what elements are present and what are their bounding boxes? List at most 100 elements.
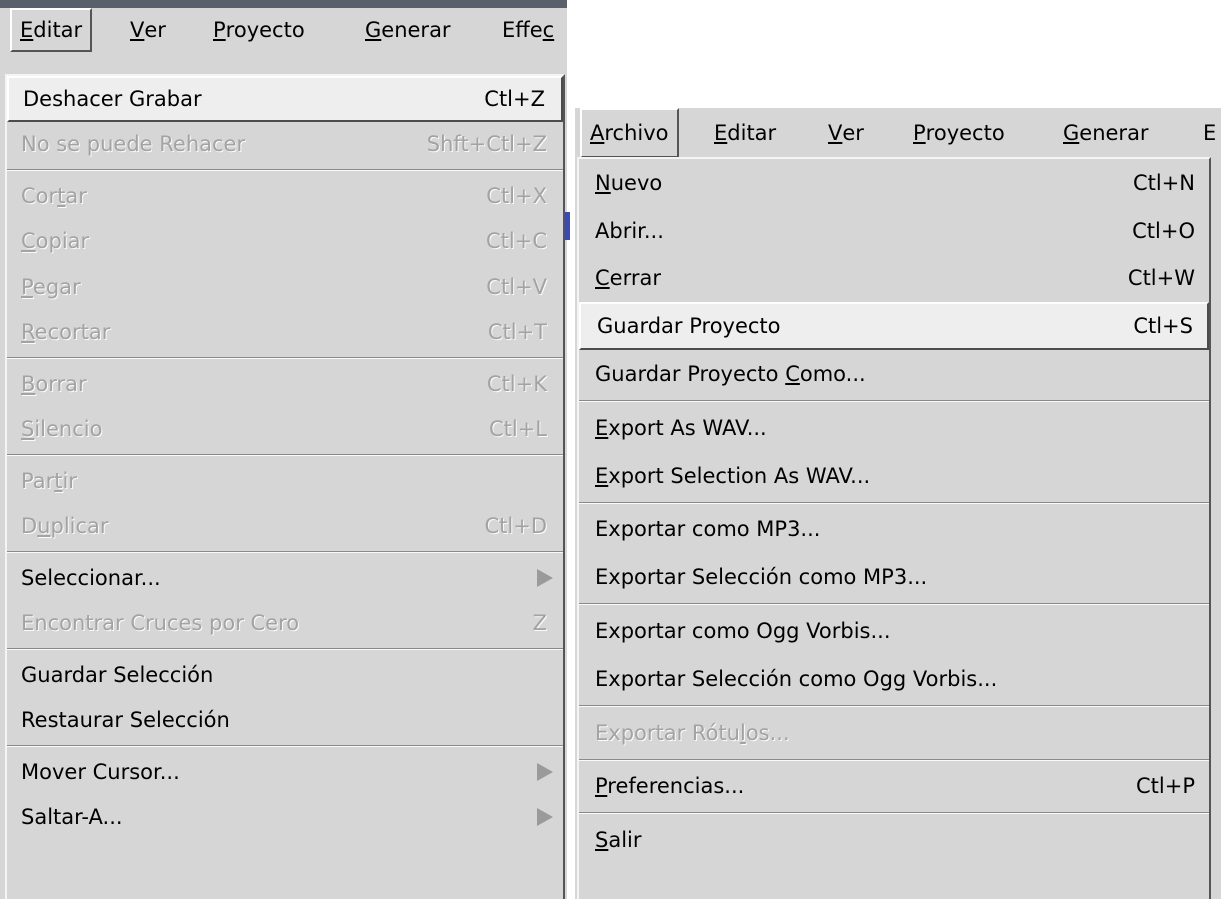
menu-separator [579,399,1209,402]
menubar-item-generar[interactable]: Generar [357,8,459,52]
menubar-item-proyecto[interactable]: Proyecto [905,108,1013,158]
label-text: D [21,514,38,539]
menu-item-shortcut: Z [532,611,547,636]
submenu-arrow-icon [537,568,553,587]
menubar-item-proyecto[interactable]: Proyecto [205,8,313,52]
label-text: rchivo [604,121,669,145]
menu-item-label: Exportar Selección como MP3... [595,565,1195,589]
label-text: os... [745,720,790,745]
menu-item-guardar-proyecto-como[interactable]: Guardar Proyecto Como... [579,350,1209,398]
menu-item-preferencias[interactable]: Preferencias... Ctl+P [579,763,1209,811]
menu-item-shortcut: Ctl+S [1133,314,1193,339]
mnemonic-letter: R [21,320,35,345]
menu-separator [7,745,563,747]
menu-item-label: Cerrar [595,266,1128,290]
menu-item-exportar-como-mp3[interactable]: Exportar como MP3... [579,506,1209,554]
menu-item-cerrar[interactable]: Cerrar Ctl+W [579,255,1209,303]
menu-item-silencio: Silencio Ctl+L [7,407,563,453]
menu-item-export-selection-as-wav[interactable]: Export Selection As WAV... [579,452,1209,500]
menu-item-salir[interactable]: Salir [579,816,1209,864]
menubar-item-effec[interactable]: Effe c [494,8,562,52]
menu-item-label: Abrir... [595,219,1132,243]
mnemonic-letter: C [595,266,610,291]
label-text: Effe [502,18,543,42]
mnemonic-letter: u [37,514,51,539]
editar-dropdown-menu: Deshacer Grabar Ctl+Z No se puede Rehacer S… [5,74,565,899]
label-text: Saltar-A... [21,805,123,830]
menu-item-shortcut: Ctl+C [486,229,547,254]
mnemonic-letter: c [542,18,555,42]
label-text: ilencio [34,417,103,442]
menu-item-export-as-wav[interactable]: Export As WAV... [579,404,1209,452]
menu-item-shortcut: Ctl+K [486,371,547,396]
label-text: Exportar Selección como Ogg Vorbis... [595,666,998,691]
menu-item-shortcut: Shft+Ctl+Z [426,132,547,157]
label-text: omo... [799,362,866,387]
menu-item-exportar-seleccion-como-mp3[interactable]: Exportar Selección como MP3... [579,553,1209,601]
menu-item-label: Pegar [21,275,486,299]
mnemonic-letter: N [595,170,611,195]
label-text: ditar [727,121,777,145]
menubar-item-archivo[interactable]: Archivo [580,108,679,158]
menu-item-label: Partir [21,469,547,493]
label-text: enerar [381,18,451,42]
menu-item-nuevo[interactable]: Nuevo Ctl+N [579,159,1209,207]
menu-item-seleccionar[interactable]: Seleccionar... [7,555,563,601]
menu-item-borrar: Borrar Ctl+K [7,361,563,407]
mnemonic-letter: E [595,463,609,488]
menu-item-label: Export As WAV... [595,416,1195,440]
label-text: plicar [50,514,109,539]
menu-item-restaurar-seleccion[interactable]: Restaurar Selección [7,698,563,744]
label-text: Cor [21,183,58,208]
menu-item-guardar-seleccion[interactable]: Guardar Selección [7,652,563,698]
menu-item-exportar-rotulos: Exportar Rótulos... [579,709,1209,757]
menu-item-label: Guardar Proyecto [597,314,1133,338]
label-text: ar [65,183,87,208]
menu-separator [579,704,1209,707]
menu-separator [579,603,1209,606]
label-text: ecortar [34,320,111,345]
mnemonic-letter: E [20,18,34,42]
menubar-item-editar[interactable]: Editar [706,108,784,158]
menu-item-mover-cursor[interactable]: Mover Cursor... [7,749,563,795]
menu-item-shortcut: Ctl+W [1127,266,1195,291]
menu-item-deshacer-grabar[interactable]: Deshacer Grabar Ctl+Z [7,76,563,122]
menubar-item-ver[interactable]: Ver [122,8,174,52]
menubar-item-e[interactable]: E [1195,108,1221,158]
label-text: xport Selection As WAV... [608,463,871,488]
menu-item-recortar: Recortar Ctl+T [7,310,563,356]
menu-item-label: Exportar Rótulos... [595,721,1195,745]
mnemonic-letter: V [828,121,843,145]
menu-item-shortcut: Ctl+Z [484,86,545,111]
mnemonic-letter: C [21,229,36,254]
mnemonic-letter: V [130,18,145,42]
label-text: Encontrar Cruces por Cero [21,611,300,636]
label-text: E [1203,121,1217,145]
label-text: Exportar como MP3... [595,517,821,542]
menu-item-guardar-proyecto[interactable]: Guardar Proyecto Ctl+S [579,302,1209,351]
submenu-arrow-icon [537,808,553,827]
menubar-item-ver[interactable]: Ver [820,108,872,158]
menu-separator [7,357,563,359]
menu-item-exportar-como-ogg-vorbis[interactable]: Exportar como Ogg Vorbis... [579,607,1209,655]
menu-item-exportar-seleccion-como-ogg-vorbis[interactable]: Exportar Selección como Ogg Vorbis... [579,655,1209,703]
label-text: Mover Cursor... [21,759,180,784]
label-text: uevo [610,170,663,195]
menu-item-saltar-a[interactable]: Saltar-A... [7,795,563,841]
menu-item-shortcut: Ctl+O [1132,218,1195,243]
label-text: Seleccionar... [21,565,161,590]
mnemonic-letter: B [21,371,36,396]
menu-item-abrir[interactable]: Abrir... Ctl+O [579,207,1209,255]
label-text: Guardar Selección [21,662,214,687]
label-text: Restaurar Selección [21,708,230,733]
label-text: opiar [35,229,90,254]
menu-item-encontrar-cruces-por-cero: Encontrar Cruces por Cero Z [7,601,563,647]
menubar-item-editar[interactable]: Editar [10,8,93,52]
mnemonic-letter: C [785,362,800,387]
menu-item-label: Exportar como Ogg Vorbis... [595,619,1195,643]
mnemonic-letter: A [590,121,605,145]
menu-item-label: Nuevo [595,171,1133,195]
menu-item-shortcut: Ctl+T [487,320,547,345]
menubar-item-generar[interactable]: Generar [1055,108,1157,158]
mnemonic-letter: P [913,121,926,145]
